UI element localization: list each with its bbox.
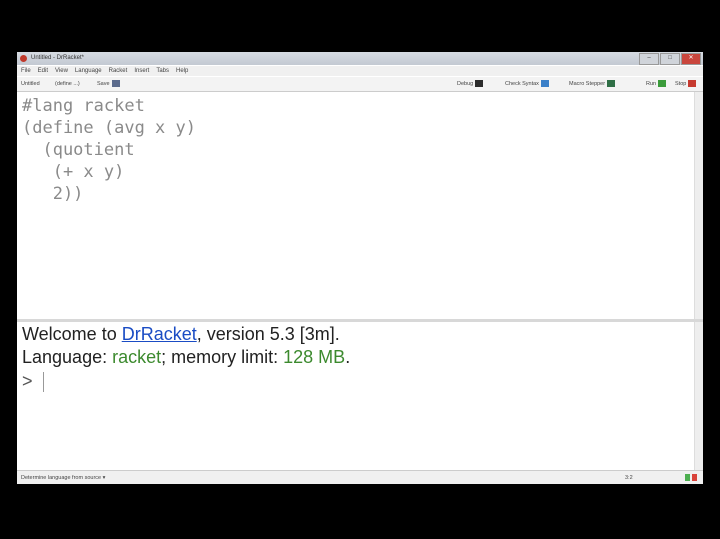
toolbar: Untitled (define ...) Save Debug Check S… — [17, 77, 703, 92]
memory-value: 128 MB — [283, 347, 346, 367]
menu-language[interactable]: Language — [75, 66, 102, 76]
welcome-line: Welcome to DrRacket, version 5.3 [3m]. — [22, 324, 340, 345]
menu-edit[interactable]: Edit — [38, 66, 48, 76]
save-icon — [111, 80, 120, 87]
drracket-window: Untitled - DrRacket* – □ ✕ File Edit Vie… — [17, 52, 703, 484]
bug-icon — [475, 80, 484, 87]
title-bar: Untitled - DrRacket* – □ ✕ — [17, 52, 703, 65]
memory-prefix: ; memory limit: — [161, 347, 284, 367]
run-label: Run — [646, 80, 657, 87]
repl-prompt: > — [22, 371, 33, 391]
stop-label: Stop — [675, 80, 687, 87]
definitions-scrollbar[interactable] — [694, 92, 703, 319]
gc-indicator — [685, 474, 697, 481]
menu-help[interactable]: Help — [176, 66, 188, 76]
close-button[interactable]: ✕ — [681, 53, 701, 65]
text-cursor — [43, 372, 44, 392]
save-label: Save — [97, 80, 110, 87]
window-title: Untitled - DrRacket* — [31, 55, 85, 61]
run-icon — [658, 80, 667, 87]
cursor-position: 3:2 — [625, 475, 633, 481]
language-prefix: Language: — [22, 347, 113, 367]
language-value: racket — [112, 347, 162, 367]
code-line: (+ x y) — [22, 162, 125, 182]
debug-label: Debug — [457, 80, 474, 87]
stop-button[interactable]: Stop — [675, 80, 697, 87]
menu-bar: File Edit View Language Racket Insert Ta… — [17, 66, 703, 76]
drracket-logo-icon — [20, 55, 27, 62]
check-syntax-button[interactable]: Check Syntax — [505, 80, 549, 87]
code-line: (define (avg x y) — [22, 118, 196, 138]
debug-button[interactable]: Debug — [457, 80, 484, 87]
welcome-prefix: Welcome to — [22, 324, 122, 344]
memory-suffix: . — [345, 347, 351, 367]
run-button[interactable]: Run — [646, 80, 667, 87]
drracket-link[interactable]: DrRacket — [122, 324, 197, 344]
define-menu-button[interactable]: (define ...) — [55, 81, 80, 87]
maximize-button[interactable]: □ — [660, 53, 680, 65]
definitions-editor[interactable]: #lang racket (define (avg x y) (quotient… — [17, 92, 694, 319]
macro-stepper-icon — [607, 80, 616, 87]
gc-green-icon — [685, 474, 690, 481]
stop-icon — [688, 80, 697, 87]
file-name-button[interactable]: Untitled — [21, 81, 40, 87]
interactions-scrollbar[interactable] — [694, 322, 703, 470]
language-selector[interactable]: Determine language from source ▾ — [21, 475, 105, 481]
save-button[interactable]: Save — [97, 80, 120, 87]
language-line: Language: racket; memory limit: 128 MB. — [22, 347, 350, 368]
menu-racket[interactable]: Racket — [109, 66, 128, 76]
macro-stepper-label: Macro Stepper — [569, 80, 606, 87]
minimize-button[interactable]: – — [639, 53, 659, 65]
menu-view[interactable]: View — [55, 66, 68, 76]
check-syntax-label: Check Syntax — [505, 80, 539, 87]
welcome-suffix: , version 5.3 [3m]. — [196, 324, 340, 344]
code-line: #lang racket — [22, 96, 145, 116]
menu-insert[interactable]: Insert — [134, 66, 149, 76]
code-line: (quotient — [22, 140, 135, 160]
menu-file[interactable]: File — [21, 66, 31, 76]
window-controls: – □ ✕ — [639, 53, 701, 65]
code-line: 2)) — [22, 184, 84, 204]
status-bar: Determine language from source ▾ 3:2 — [17, 470, 703, 484]
menu-tabs[interactable]: Tabs — [156, 66, 169, 76]
interactions-pane[interactable]: Welcome to DrRacket, version 5.3 [3m]. L… — [17, 322, 694, 484]
macro-stepper-button[interactable]: Macro Stepper — [569, 80, 616, 87]
gc-red-icon — [692, 474, 697, 481]
check-syntax-icon — [540, 80, 549, 87]
